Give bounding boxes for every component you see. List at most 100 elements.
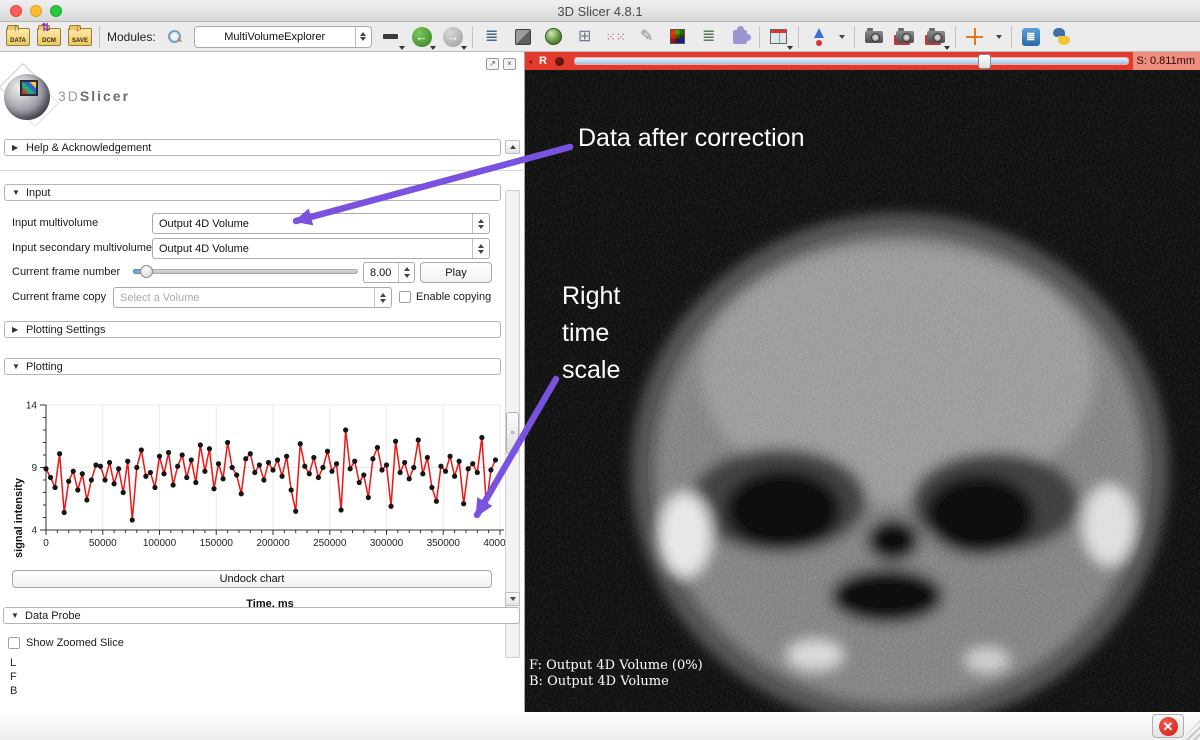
show-zoomed-slice-label: Show Zoomed Slice xyxy=(26,637,124,649)
hierarchy-list-icon: ≣ xyxy=(485,29,498,45)
load-dicom-button[interactable]: ⇅ DCM xyxy=(37,25,61,49)
pin-icon[interactable] xyxy=(555,57,564,66)
module-history-forward-button[interactable]: → xyxy=(441,25,465,49)
svg-text:9: 9 xyxy=(31,463,37,474)
frame-number-spinbox[interactable]: 8.00 xyxy=(363,262,415,283)
play-button[interactable]: Play xyxy=(420,262,492,283)
close-error-icon: ✕ xyxy=(1159,717,1178,736)
svg-text:0: 0 xyxy=(43,538,49,549)
probe-axis-f: F xyxy=(10,671,17,683)
annotation-right-time-scale: Right time scale xyxy=(562,278,620,389)
app-window: 3D Slicer 4.8.1 ↑ DATA ⇅ DCM ↓ SAVE Modu… xyxy=(0,0,1200,740)
enable-copying-checkbox[interactable] xyxy=(399,291,411,303)
probe-axis-b: B xyxy=(10,685,17,697)
section-data-probe[interactable]: ▼ Data Probe xyxy=(3,607,520,624)
extension-manager-icon: ≣ xyxy=(1022,28,1040,46)
scene-camera-restore-icon xyxy=(927,31,945,43)
frame-slider-track[interactable] xyxy=(133,269,358,274)
error-log-button[interactable]: ✕ xyxy=(1152,714,1184,738)
frame-number-label: Current frame number xyxy=(12,266,120,278)
frame-copy-label: Current frame copy xyxy=(12,291,106,303)
module-selector[interactable]: MultiVolumeExplorer xyxy=(194,26,372,48)
slice-collapse-icon[interactable]: ◂ xyxy=(528,57,532,66)
transforms-button[interactable]: ⊞ xyxy=(573,25,597,49)
save-button[interactable]: ↓ SAVE xyxy=(68,25,92,49)
section-help-acknowledgement[interactable]: ▶ Help & Acknowledgement xyxy=(4,139,501,156)
scene-camera-icon xyxy=(896,31,914,43)
markups-icon: ⁙⁙ xyxy=(606,29,626,45)
fiducial-dropdown[interactable] xyxy=(837,25,847,49)
crosshair-dropdown[interactable] xyxy=(994,25,1004,49)
layout-selector-button[interactable] xyxy=(767,25,791,49)
input-secondary-combo[interactable]: Output 4D Volume xyxy=(152,238,490,259)
markups-button[interactable]: ⁙⁙ xyxy=(604,25,628,49)
layout-icon xyxy=(770,29,787,44)
main-toolbar: ↑ DATA ⇅ DCM ↓ SAVE Modules: MultiVolume… xyxy=(0,22,1200,52)
module-selector-spin[interactable] xyxy=(355,27,371,47)
expanded-triangle-icon: ▼ xyxy=(12,188,22,197)
module-history-back-button[interactable]: ← xyxy=(410,25,434,49)
frame-copy-combo[interactable]: Select a Volume xyxy=(113,287,392,308)
collapsed-triangle-icon: ▶ xyxy=(12,325,22,334)
slice-image[interactable]: F: Output 4D Volume (0%) B: Output 4D Vo… xyxy=(525,70,1200,712)
scene-view-restore-button[interactable] xyxy=(924,25,948,49)
save-folder-icon: ↓ SAVE xyxy=(68,28,92,46)
color-table-icon xyxy=(670,29,685,44)
dropdown-caret-icon xyxy=(839,35,845,39)
svg-text:350000: 350000 xyxy=(427,538,461,549)
input-multivolume-combo[interactable]: Output 4D Volume xyxy=(152,213,490,234)
panel-popup-button[interactable]: ↗ xyxy=(486,58,499,70)
extensions-button[interactable] xyxy=(728,25,752,49)
slice-offset-value: S: 0.811mm xyxy=(1133,52,1200,70)
pencil-icon: ✎ xyxy=(640,29,653,45)
slice-offset-handle[interactable] xyxy=(978,54,991,69)
svg-text:150000: 150000 xyxy=(200,538,234,549)
subject-hierarchy-button[interactable]: ≣ xyxy=(697,25,721,49)
svg-text:250000: 250000 xyxy=(313,538,347,549)
volume-rendering-button[interactable] xyxy=(542,25,566,49)
slice-orientation-label[interactable]: R xyxy=(539,55,547,67)
scrollbar-thumb[interactable]: ≡ xyxy=(506,412,519,454)
section-input[interactable]: ▼ Input xyxy=(4,184,501,201)
dropdown-caret-icon xyxy=(996,35,1002,39)
svg-text:300000: 300000 xyxy=(370,538,404,549)
signal-intensity-chart[interactable]: 4914050000100000150000200000250000300000… xyxy=(0,395,525,565)
slice-offset-slider[interactable] xyxy=(574,57,1129,65)
scroll-down-button[interactable] xyxy=(505,592,520,606)
screenshot-button[interactable] xyxy=(862,25,886,49)
module-hierarchy-button[interactable]: ≣ xyxy=(480,25,504,49)
data-folder-icon: ↑ DATA xyxy=(6,28,30,46)
subject-list-icon: ≣ xyxy=(702,29,715,45)
enable-copying-label: Enable copying xyxy=(416,291,491,303)
module-panel-toggle-button[interactable] xyxy=(379,25,403,49)
svg-text:100000: 100000 xyxy=(143,538,177,549)
resize-grip[interactable] xyxy=(1182,720,1200,740)
colors-button[interactable] xyxy=(666,25,690,49)
dicom-folder-icon: ⇅ DCM xyxy=(37,28,61,46)
scroll-up-button[interactable] xyxy=(505,140,520,154)
module-search-button[interactable] xyxy=(163,25,187,49)
fiducial-placement-button[interactable] xyxy=(806,25,830,49)
python-console-button[interactable] xyxy=(1050,25,1074,49)
titlebar: 3D Slicer 4.8.1 xyxy=(0,0,1200,22)
section-plotting[interactable]: ▼ Plotting xyxy=(4,358,501,375)
forward-arrow-icon: → xyxy=(443,27,463,47)
svg-text:4: 4 xyxy=(31,526,37,537)
show-zoomed-slice-checkbox[interactable] xyxy=(8,637,20,649)
python-icon xyxy=(1053,28,1070,45)
crosshair-button[interactable] xyxy=(963,25,987,49)
load-data-button[interactable]: ↑ DATA xyxy=(6,25,30,49)
camera-icon xyxy=(865,31,883,43)
svg-text:50000: 50000 xyxy=(89,538,117,549)
scene-view-button[interactable] xyxy=(893,25,917,49)
panel-close-button[interactable]: × xyxy=(503,58,516,70)
search-icon xyxy=(167,29,182,44)
extension-manager-button[interactable]: ≣ xyxy=(1019,25,1043,49)
status-bar: ✕ xyxy=(0,712,1200,740)
undock-chart-button[interactable]: Undock chart xyxy=(12,570,492,588)
annotations-button[interactable]: ✎ xyxy=(635,25,659,49)
mrml-scene-button[interactable] xyxy=(511,25,535,49)
frame-slider-handle[interactable] xyxy=(140,265,153,278)
crosshair-icon xyxy=(966,28,983,45)
section-plotting-settings[interactable]: ▶ Plotting Settings xyxy=(4,321,501,338)
